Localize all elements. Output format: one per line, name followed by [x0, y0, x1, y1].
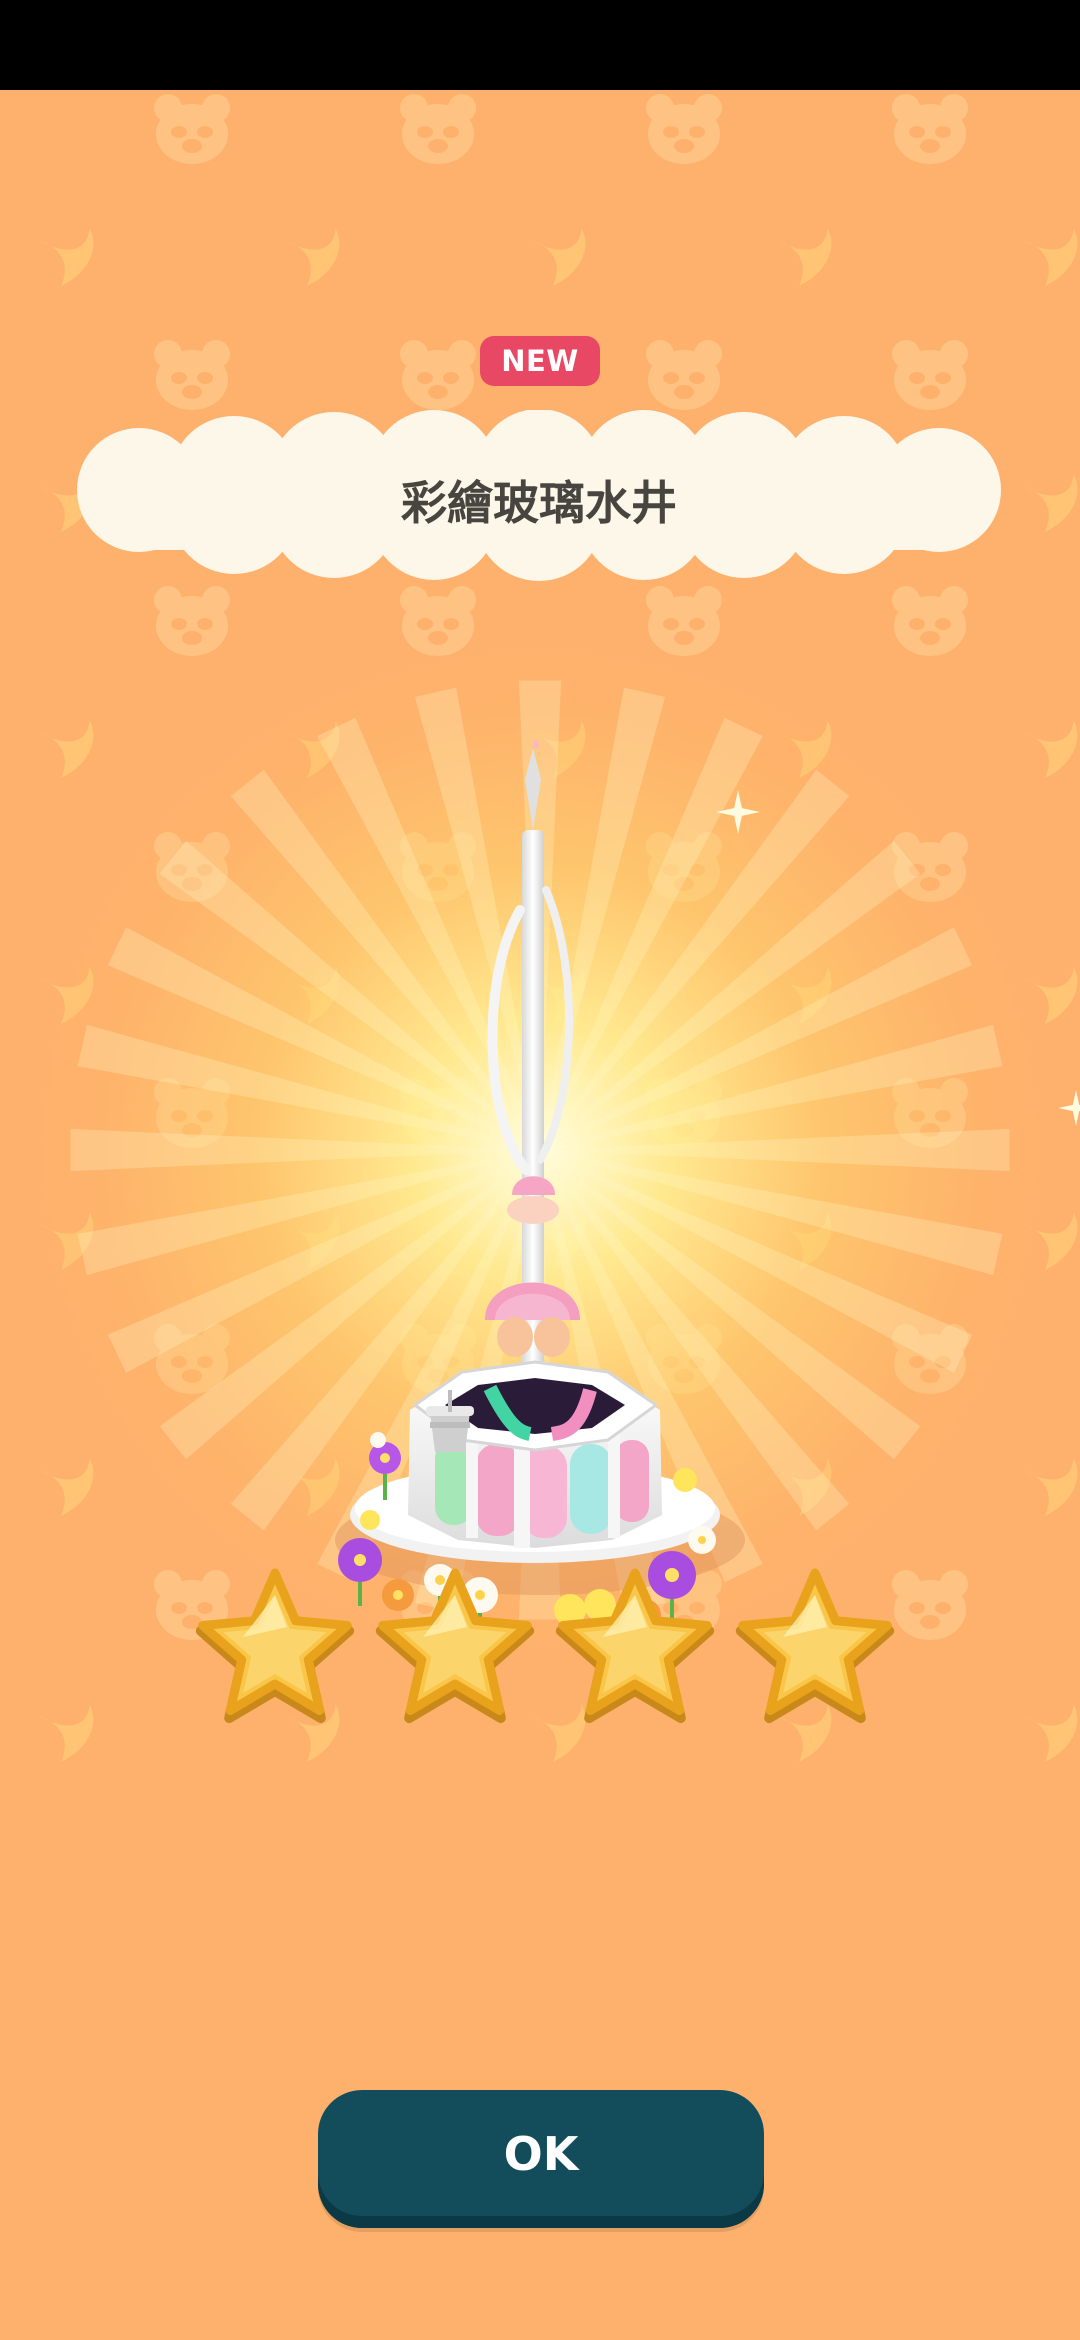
status-bar: [0, 0, 1080, 90]
moon-icon: [531, 228, 586, 286]
moon-icon: [1023, 228, 1078, 286]
bear-face-icon: [154, 340, 230, 410]
new-badge: NEW: [480, 336, 600, 386]
bear-face-icon: [646, 586, 722, 656]
star-icon: [375, 1568, 535, 1724]
moon-icon: [285, 228, 340, 286]
bear-face-icon: [892, 340, 968, 410]
star-icon: [195, 1568, 355, 1724]
ok-button[interactable]: OK: [318, 2090, 764, 2228]
bear-face-icon: [400, 94, 476, 164]
moon-icon: [39, 228, 94, 286]
bear-face-icon: [646, 94, 722, 164]
moon-icon: [777, 228, 832, 286]
bear-face-icon: [154, 94, 230, 164]
stained-glass-well-image: [335, 740, 745, 1645]
moon-icon: [1023, 474, 1078, 532]
moon-icon: [1023, 1704, 1078, 1762]
rarity-stars: [195, 1565, 895, 1735]
bear-face-icon: [400, 586, 476, 656]
bear-face-icon: [892, 586, 968, 656]
bear-face-icon: [154, 586, 230, 656]
item-name: 彩繪玻璃水井: [401, 476, 677, 530]
bear-face-icon: [892, 94, 968, 164]
sparkle-icon: [1058, 1090, 1080, 1126]
star-icon: [555, 1568, 715, 1724]
moon-icon: [39, 1704, 94, 1762]
star-icon: [735, 1568, 895, 1724]
bear-face-icon: [400, 340, 476, 410]
bear-face-icon: [646, 340, 722, 410]
